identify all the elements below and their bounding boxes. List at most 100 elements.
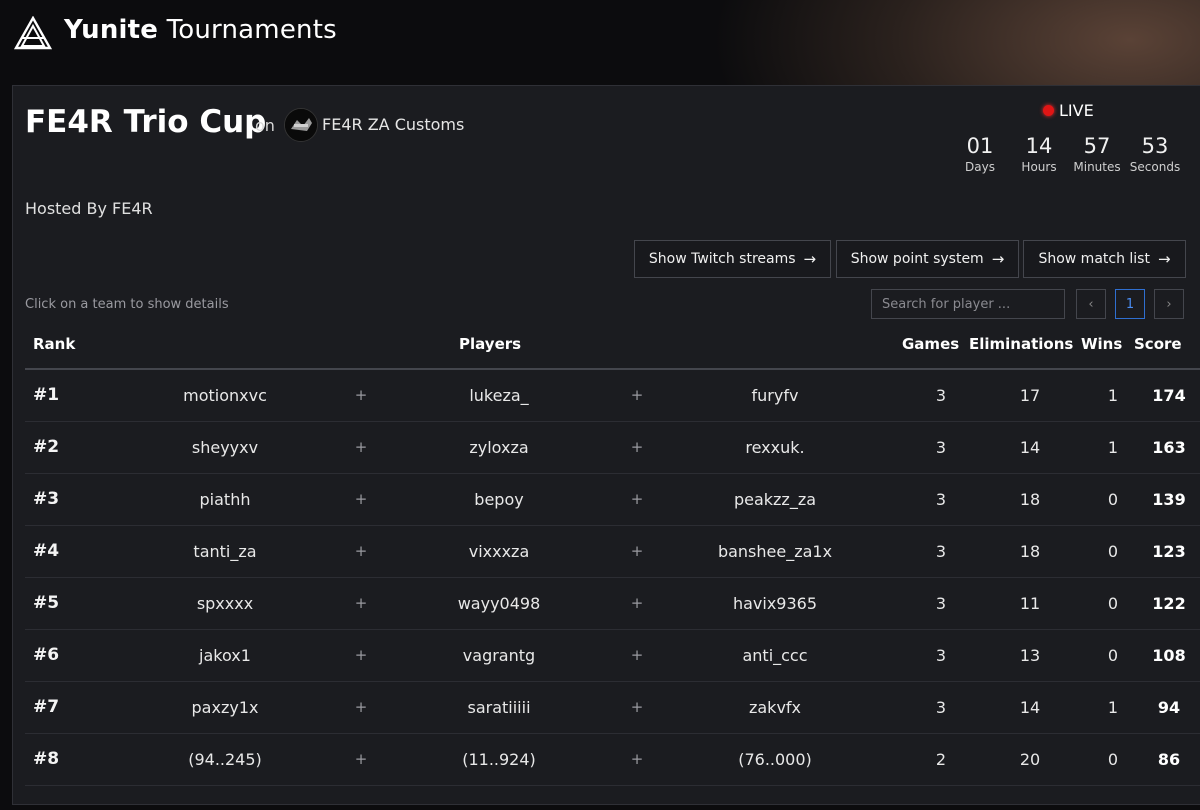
- arrow-right-icon: →: [991, 250, 1005, 268]
- player-name: (94..245): [188, 750, 262, 769]
- player-name: spxxxx: [196, 594, 254, 613]
- team-row[interactable]: #7 paxzy1x + saratiiiii + zakvfx 3 14 1 94: [25, 682, 1200, 734]
- player-name: jakox1: [199, 646, 251, 665]
- games-value: 3: [935, 594, 947, 613]
- player-name: motionxvc: [183, 386, 267, 405]
- score-value: 94: [1157, 698, 1181, 717]
- team-row[interactable]: #1 motionxvc + lukeza_ + furyfv 3 17 1 174: [25, 370, 1200, 422]
- page-1-button[interactable]: 1: [1115, 289, 1145, 319]
- games-value: 2: [935, 750, 947, 769]
- yunite-logo-icon[interactable]: [14, 16, 52, 50]
- plus-separator: +: [354, 594, 368, 612]
- score-value: 86: [1157, 750, 1181, 769]
- score-value: 122: [1152, 594, 1186, 613]
- live-indicator: LIVE: [1043, 101, 1094, 120]
- plus-separator: +: [354, 698, 368, 716]
- player-name: peakzz_za: [733, 490, 817, 509]
- plus-separator: +: [354, 646, 368, 664]
- plus-separator: +: [630, 594, 644, 612]
- team-row[interactable]: #3 piathh + bepoy + peakzz_za 3 18 0 139: [25, 474, 1200, 526]
- score-value: 139: [1152, 490, 1186, 509]
- countdown-value: 14: [1025, 134, 1053, 158]
- eliminations-value: 17: [1019, 386, 1041, 405]
- chevron-right-icon: ›: [1166, 296, 1172, 312]
- header-eliminations: Eliminations: [969, 335, 1074, 353]
- player-name: (11..924): [462, 750, 536, 769]
- plus-separator: +: [354, 542, 368, 560]
- show-point-system-button[interactable]: Show point system →: [836, 240, 1019, 278]
- score-value: 108: [1152, 646, 1186, 665]
- countdown-minutes: 57 Minutes: [1069, 134, 1125, 174]
- score-value: 163: [1152, 438, 1186, 457]
- live-dot-icon: [1043, 105, 1054, 116]
- player-name: furyfv: [751, 386, 799, 405]
- eliminations-value: 18: [1019, 542, 1041, 561]
- countdown-seconds: 53 Seconds: [1127, 134, 1183, 174]
- eliminations-value: 14: [1019, 698, 1041, 717]
- player-name: vixxxza: [468, 542, 530, 561]
- player-name: (76..000): [738, 750, 812, 769]
- player-name: lukeza_: [469, 386, 529, 405]
- wins-value: 0: [1107, 646, 1119, 665]
- leaderboard-table: #1 motionxvc + lukeza_ + furyfv 3 17 1 174 #2 sheyy…: [25, 370, 1200, 786]
- score-value: 174: [1152, 386, 1186, 405]
- wins-value: 0: [1107, 750, 1119, 769]
- games-value: 3: [935, 542, 947, 561]
- team-row[interactable]: #5 spxxxx + wayy0498 + havix9365 3 11 0 122: [25, 578, 1200, 630]
- player-name: tanti_za: [193, 542, 257, 561]
- button-label: Show point system: [850, 251, 984, 267]
- org-name[interactable]: FE4R ZA Customs: [322, 115, 464, 134]
- plus-separator: +: [630, 698, 644, 716]
- eliminations-value: 11: [1019, 594, 1041, 613]
- player-name: sheyyxv: [191, 438, 259, 457]
- show-match-list-button[interactable]: Show match list →: [1023, 240, 1186, 278]
- score-value: 123: [1152, 542, 1186, 561]
- plus-separator: +: [630, 542, 644, 560]
- player-name: zyloxza: [469, 438, 529, 457]
- team-rank: #6: [33, 645, 60, 665]
- countdown-value: 53: [1141, 134, 1169, 158]
- brand-name: Yunite: [64, 15, 159, 45]
- hosted-by: Hosted By FE4R: [25, 199, 153, 218]
- plus-separator: +: [630, 646, 644, 664]
- brand-title[interactable]: Yunite Tournaments: [64, 15, 337, 45]
- player-name: anti_ccc: [742, 646, 808, 665]
- player-name: wayy0498: [457, 594, 541, 613]
- team-row[interactable]: #4 tanti_za + vixxxza + banshee_za1x 3 18 0 123: [25, 526, 1200, 578]
- player-name: bepoy: [474, 490, 524, 509]
- wins-value: 0: [1107, 490, 1119, 509]
- live-label: LIVE: [1059, 101, 1094, 120]
- org-logo-icon: [285, 109, 317, 141]
- chevron-left-icon: ‹: [1088, 296, 1094, 312]
- team-rank: #2: [33, 437, 60, 457]
- plus-separator: +: [630, 490, 644, 508]
- countdown-days: 01 Days: [952, 134, 1008, 174]
- plus-separator: +: [354, 490, 368, 508]
- prev-page-button[interactable]: ‹: [1076, 289, 1106, 319]
- games-value: 3: [935, 386, 947, 405]
- plus-separator: +: [630, 438, 644, 456]
- player-name: piathh: [199, 490, 251, 509]
- player-search-input[interactable]: [871, 289, 1065, 319]
- games-value: 3: [935, 646, 947, 665]
- team-rank: #3: [33, 489, 60, 509]
- arrow-right-icon: →: [1157, 250, 1171, 268]
- player-name: vagrantg: [462, 646, 536, 665]
- plus-separator: +: [354, 386, 368, 404]
- next-page-button[interactable]: ›: [1154, 289, 1184, 319]
- player-name: rexxuk.: [745, 438, 805, 457]
- org-avatar[interactable]: [284, 108, 318, 142]
- on-label: on: [255, 116, 275, 135]
- team-row[interactable]: #6 jakox1 + vagrantg + anti_ccc 3 13 0 108: [25, 630, 1200, 682]
- team-row[interactable]: #2 sheyyxv + zyloxza + rexxuk. 3 14 1 163: [25, 422, 1200, 474]
- show-twitch-streams-button[interactable]: Show Twitch streams →: [634, 240, 831, 278]
- plus-separator: +: [354, 750, 368, 768]
- eliminations-value: 13: [1019, 646, 1041, 665]
- wins-value: 1: [1107, 438, 1119, 457]
- team-row[interactable]: #8 (94..245) + (11..924) + (76..000) 2 20 0 86: [25, 734, 1200, 786]
- plus-separator: +: [630, 750, 644, 768]
- countdown-hours: 14 Hours: [1011, 134, 1067, 174]
- arrow-right-icon: →: [803, 250, 817, 268]
- games-value: 3: [935, 698, 947, 717]
- top-bar: Yunite Tournaments: [0, 0, 1200, 70]
